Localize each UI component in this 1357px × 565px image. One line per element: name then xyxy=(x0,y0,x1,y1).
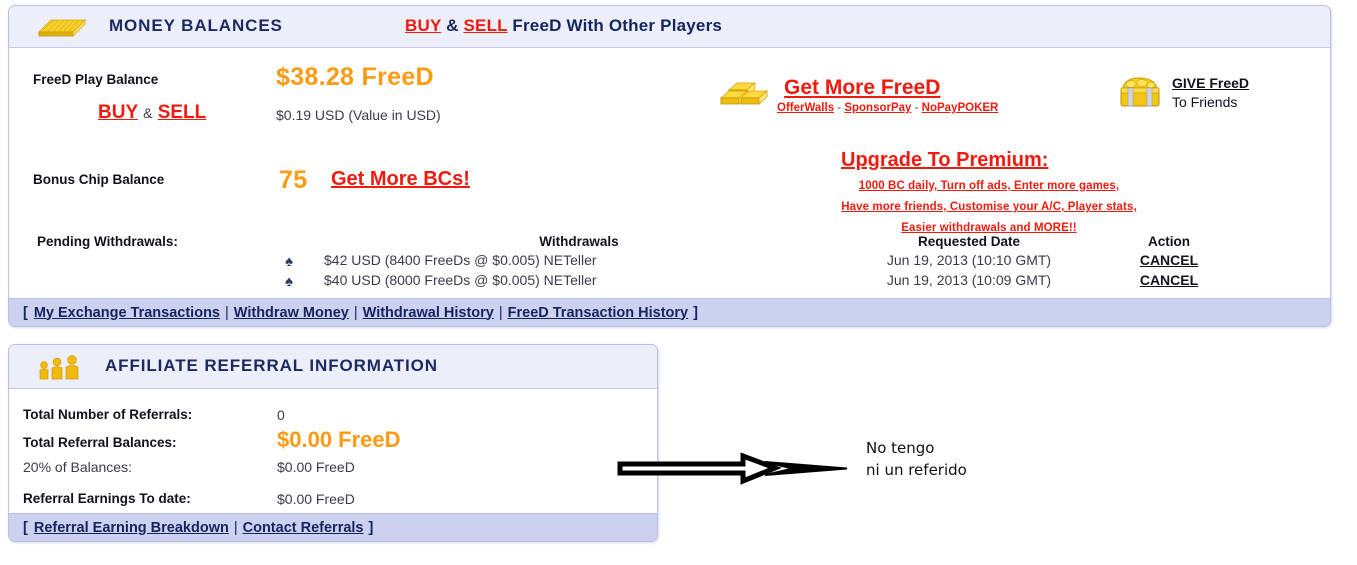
sponsorpay-link[interactable]: SponsorPay xyxy=(844,102,911,114)
my-exchange-transactions-link[interactable]: My Exchange Transactions xyxy=(34,305,220,321)
header-tagline-rest: FreeD With Other Players xyxy=(507,16,723,35)
gift-box-icon xyxy=(1115,72,1165,119)
total-referral-balances-value: $0.00 FreeD xyxy=(277,427,401,452)
offer-links: OfferWalls - SponsorPay - NoPayPOKER xyxy=(777,102,998,114)
pending-withdrawals-label: Pending Withdrawals: xyxy=(37,234,178,249)
bonus-chip-label: Bonus Chip Balance xyxy=(33,172,165,187)
upgrade-premium-details: 1000 BC daily, Turn off ads, Enter more … xyxy=(749,174,1229,237)
header-amp: & xyxy=(441,16,464,35)
upgrade-line-2[interactable]: Have more friends, Customise your A/C, P… xyxy=(841,201,1137,213)
withdraw-money-link[interactable]: Withdraw Money xyxy=(234,305,349,321)
buy-link[interactable]: BUY xyxy=(98,102,138,123)
get-more-bcs-link[interactable]: Get More BCs! xyxy=(331,168,470,191)
buysell-amp: & xyxy=(143,105,153,121)
give-freed-link[interactable]: GIVE FreeD xyxy=(1172,75,1249,91)
gold-bars-icon xyxy=(715,76,773,115)
withdrawal-date: Jun 19, 2013 (10:10 GMT) xyxy=(886,252,1052,268)
freed-transaction-history-link[interactable]: FreeD Transaction History xyxy=(508,305,689,321)
navbar-separator: | xyxy=(353,304,358,321)
annotation-line-1: No tengo xyxy=(866,439,935,457)
aff-navbar-separator: | xyxy=(233,519,238,536)
give-freed-subtitle: To Friends xyxy=(1172,93,1238,110)
withdrawal-date: Jun 19, 2013 (10:09 GMT) xyxy=(886,272,1052,288)
money-panel-navbar: [ My Exchange Transactions | Withdraw Mo… xyxy=(9,298,1330,326)
upgrade-premium-title[interactable]: Upgrade To Premium: xyxy=(841,149,1048,172)
col-requested-date: Requested Date xyxy=(917,234,1021,249)
navbar-open-bracket: [ xyxy=(23,304,28,321)
nopaypoker-link[interactable]: NoPayPOKER xyxy=(922,102,999,114)
offer-sep-2: - xyxy=(911,102,922,114)
affiliate-panel-title: AFFILIATE REFERRAL INFORMATION xyxy=(105,356,438,375)
aff-navbar-close-bracket: ] xyxy=(368,519,374,536)
affiliate-referral-panel: AFFILIATE REFERRAL INFORMATION Total Num… xyxy=(8,344,658,542)
affiliate-panel-navbar: [ Referral Earning Breakdown | Contact R… xyxy=(9,513,657,541)
navbar-close-bracket: ] xyxy=(693,304,698,321)
col-withdrawals: Withdrawals xyxy=(539,234,619,249)
money-panel-title: MONEY BALANCES xyxy=(109,16,283,35)
offerwalls-link[interactable]: OfferWalls xyxy=(777,102,834,114)
annotation-text: No tengo ni un referido xyxy=(866,438,967,482)
withdrawal-description: $42 USD (8400 FreeDs @ $0.005) NETeller xyxy=(324,252,597,268)
affiliate-panel-header: AFFILIATE REFERRAL INFORMATION xyxy=(9,345,657,389)
give-freed-block: GIVE FreeD To Friends xyxy=(1172,74,1249,112)
play-balance-usd: $0.19 USD (Value in USD) xyxy=(276,107,441,123)
money-balances-panel: MONEY BALANCES BUY & SELL FreeD With Oth… xyxy=(8,5,1331,327)
offer-sep-1: - xyxy=(834,102,845,114)
play-balance-amount: $38.28 FreeD xyxy=(276,63,434,91)
sell-link[interactable]: SELL xyxy=(158,102,207,123)
total-referrals-label: Total Number of Referrals: xyxy=(23,407,193,422)
referral-earnings-label: Referral Earnings To date: xyxy=(23,491,191,506)
withdrawal-description: $40 USD (8000 FreeDs @ $0.005) NETeller xyxy=(324,272,597,288)
header-sell-link[interactable]: SELL xyxy=(464,16,508,35)
contact-referrals-link[interactable]: Contact Referrals xyxy=(243,520,364,536)
cancel-withdrawal-button[interactable]: CANCEL xyxy=(1099,252,1239,268)
referral-earning-breakdown-link[interactable]: Referral Earning Breakdown xyxy=(34,520,229,536)
spade-icon: ♠ xyxy=(285,273,293,290)
header-buy-link[interactable]: BUY xyxy=(405,16,441,35)
people-group-icon xyxy=(35,354,85,387)
total-referral-balances-label: Total Referral Balances: xyxy=(23,435,177,450)
money-stack-icon xyxy=(31,14,91,45)
spade-icon: ♠ xyxy=(285,253,293,270)
cancel-withdrawal-button[interactable]: CANCEL xyxy=(1099,272,1239,288)
upgrade-line-3[interactable]: Easier withdrawals and MORE!! xyxy=(901,222,1076,234)
money-panel-header: MONEY BALANCES BUY & SELL FreeD With Oth… xyxy=(9,6,1330,48)
money-panel-tagline: BUY & SELL FreeD With Other Players xyxy=(405,16,722,36)
navbar-separator: | xyxy=(225,304,229,321)
play-balance-buysell: BUY & SELL xyxy=(98,102,206,124)
upgrade-line-1[interactable]: 1000 BC daily, Turn off ads, Enter more … xyxy=(859,180,1119,192)
bonus-chip-amount: 75 xyxy=(279,166,308,194)
navbar-separator: | xyxy=(498,304,503,321)
referral-earnings-value: $0.00 FreeD xyxy=(277,491,355,507)
total-referrals-value: 0 xyxy=(277,407,285,423)
play-balance-label: FreeD Play Balance xyxy=(33,72,159,87)
get-more-freed-link[interactable]: Get More FreeD xyxy=(784,76,940,100)
annotation-line-2: ni un referido xyxy=(866,460,967,479)
right-arrow-annotation xyxy=(617,452,848,485)
percent-of-balances-value: $0.00 FreeD xyxy=(277,459,355,475)
aff-navbar-open-bracket: [ xyxy=(23,519,28,536)
withdrawal-history-link[interactable]: Withdrawal History xyxy=(363,305,494,321)
col-action: Action xyxy=(1148,234,1190,249)
percent-of-balances-label: 20% of Balances: xyxy=(23,459,132,475)
